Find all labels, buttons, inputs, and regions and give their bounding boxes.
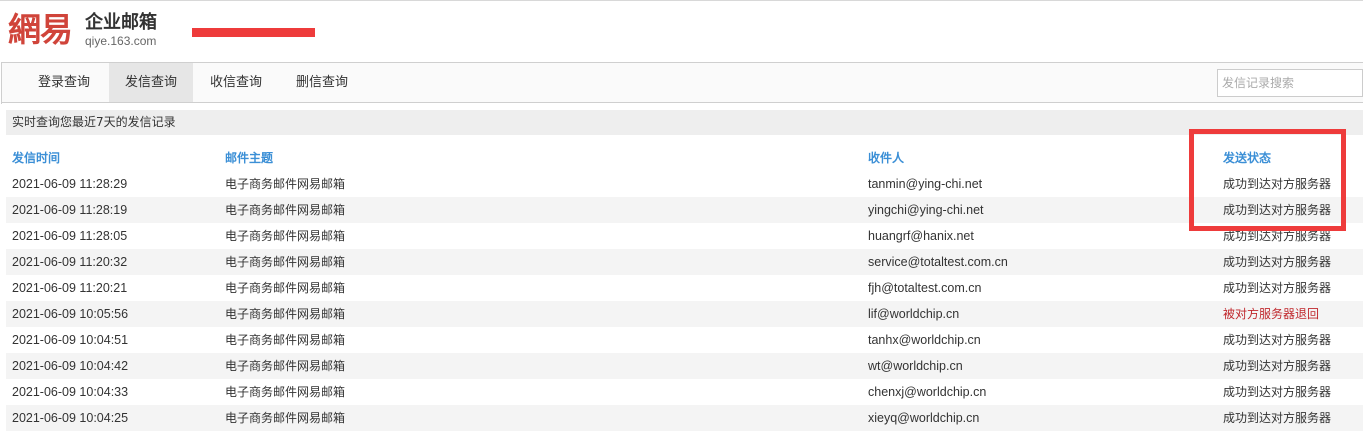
cell-subject[interactable]: 电子商务邮件网易邮箱 bbox=[225, 353, 345, 379]
cell-status: 成功到达对方服务器 bbox=[1223, 229, 1332, 243]
cell-recipient: yingchi@ying-chi.net bbox=[868, 203, 984, 217]
cell-recipient: service@totaltest.com.cn bbox=[868, 255, 1008, 269]
table-row: 2021-06-09 10:04:33 电子商务邮件网易邮箱 chenxj@wo… bbox=[6, 379, 1363, 405]
cell-subject[interactable]: 电子商务邮件网易邮箱 bbox=[225, 171, 345, 197]
cell-recipient: huangrf@hanix.net bbox=[868, 229, 974, 243]
table-row: 2021-06-09 11:28:05 电子商务邮件网易邮箱 huangrf@h… bbox=[6, 223, 1363, 249]
cell-time: 2021-06-09 10:05:56 bbox=[12, 307, 129, 321]
table-row: 2021-06-09 11:28:29 电子商务邮件网易邮箱 tanmin@yi… bbox=[6, 171, 1363, 197]
cell-time: 2021-06-09 11:28:19 bbox=[12, 203, 128, 217]
cell-recipient: lif@worldchip.cn bbox=[868, 307, 960, 321]
table-row: 2021-06-09 11:20:32 电子商务邮件网易邮箱 service@t… bbox=[6, 249, 1363, 275]
cell-time: 2021-06-09 10:04:51 bbox=[12, 333, 129, 347]
cell-recipient: tanmin@ying-chi.net bbox=[868, 177, 983, 191]
cell-subject[interactable]: 电子商务邮件网易邮箱 bbox=[225, 223, 345, 249]
table-row: 2021-06-09 10:04:51 电子商务邮件网易邮箱 tanhx@wor… bbox=[6, 327, 1363, 353]
cell-time: 2021-06-09 10:04:25 bbox=[12, 411, 129, 425]
cell-status: 成功到达对方服务器 bbox=[1223, 281, 1332, 295]
cell-subject[interactable]: 电子商务邮件网易邮箱 bbox=[225, 379, 345, 405]
header-status[interactable]: 发送状态 bbox=[1223, 150, 1271, 166]
cell-subject[interactable]: 电子商务邮件网易邮箱 bbox=[225, 301, 345, 327]
cell-recipient: chenxj@worldchip.cn bbox=[868, 385, 987, 399]
table-row: 2021-06-09 10:04:25 电子商务邮件网易邮箱 xieyq@wor… bbox=[6, 405, 1363, 431]
product-name: 企业邮箱 bbox=[85, 12, 157, 33]
cell-subject[interactable]: 电子商务邮件网易邮箱 bbox=[225, 405, 345, 431]
tabbar-edge bbox=[1, 63, 2, 104]
cell-status: 成功到达对方服务器 bbox=[1223, 255, 1332, 269]
info-bar: 实时查询您最近7天的发信记录 bbox=[6, 110, 1363, 135]
table-row: 2021-06-09 10:04:42 电子商务邮件网易邮箱 wt@worldc… bbox=[6, 353, 1363, 379]
brand-domain: qiye.163.com bbox=[85, 34, 157, 48]
redaction-bar bbox=[192, 28, 315, 37]
cell-recipient: fjh@totaltest.com.cn bbox=[868, 281, 982, 295]
cell-recipient: xieyq@worldchip.cn bbox=[868, 411, 980, 425]
cell-time: 2021-06-09 10:04:42 bbox=[12, 359, 129, 373]
tab-send-query[interactable]: 发信查询 bbox=[109, 63, 193, 102]
cell-status: 成功到达对方服务器 bbox=[1223, 411, 1332, 425]
cell-time: 2021-06-09 11:28:05 bbox=[12, 229, 128, 243]
query-tab-bar: 登录查询 发信查询 收信查询 删信查询 bbox=[1, 62, 1363, 104]
cell-time: 2021-06-09 11:28:29 bbox=[12, 177, 128, 191]
tab-delete-query[interactable]: 删信查询 bbox=[283, 63, 361, 102]
tab-login-query[interactable]: 登录查询 bbox=[25, 63, 103, 102]
send-record-search-input[interactable] bbox=[1217, 69, 1363, 97]
cell-status-bounced: 被对方服务器退回 bbox=[1223, 307, 1320, 321]
netease-logo: 網易 bbox=[8, 10, 73, 49]
cell-time: 2021-06-09 11:20:32 bbox=[12, 255, 128, 269]
cell-time: 2021-06-09 11:20:21 bbox=[12, 281, 128, 295]
cell-subject[interactable]: 电子商务邮件网易邮箱 bbox=[225, 249, 345, 275]
table-row: 2021-06-09 10:05:56 电子商务邮件网易邮箱 lif@world… bbox=[6, 301, 1363, 327]
cell-subject[interactable]: 电子商务邮件网易邮箱 bbox=[225, 327, 345, 353]
cell-status: 成功到达对方服务器 bbox=[1223, 333, 1332, 347]
cell-recipient: wt@worldchip.cn bbox=[868, 359, 963, 373]
top-border bbox=[0, 0, 1363, 1]
header-subject[interactable]: 邮件主题 bbox=[225, 150, 273, 166]
cell-subject[interactable]: 电子商务邮件网易邮箱 bbox=[225, 197, 345, 223]
cell-time: 2021-06-09 10:04:33 bbox=[12, 385, 129, 399]
table-row: 2021-06-09 11:28:19 电子商务邮件网易邮箱 yingchi@y… bbox=[6, 197, 1363, 223]
cell-status: 成功到达对方服务器 bbox=[1223, 177, 1332, 191]
cell-recipient: tanhx@worldchip.cn bbox=[868, 333, 981, 347]
table-row: 2021-06-09 11:20:21 电子商务邮件网易邮箱 fjh@total… bbox=[6, 275, 1363, 301]
cell-status: 成功到达对方服务器 bbox=[1223, 385, 1332, 399]
tab-receive-query[interactable]: 收信查询 bbox=[197, 63, 275, 102]
header-recipient[interactable]: 收件人 bbox=[868, 150, 904, 166]
cell-subject[interactable]: 电子商务邮件网易邮箱 bbox=[225, 275, 345, 301]
cell-status: 成功到达对方服务器 bbox=[1223, 359, 1332, 373]
header-send-time[interactable]: 发信时间 bbox=[12, 150, 60, 166]
cell-status: 成功到达对方服务器 bbox=[1223, 203, 1332, 217]
